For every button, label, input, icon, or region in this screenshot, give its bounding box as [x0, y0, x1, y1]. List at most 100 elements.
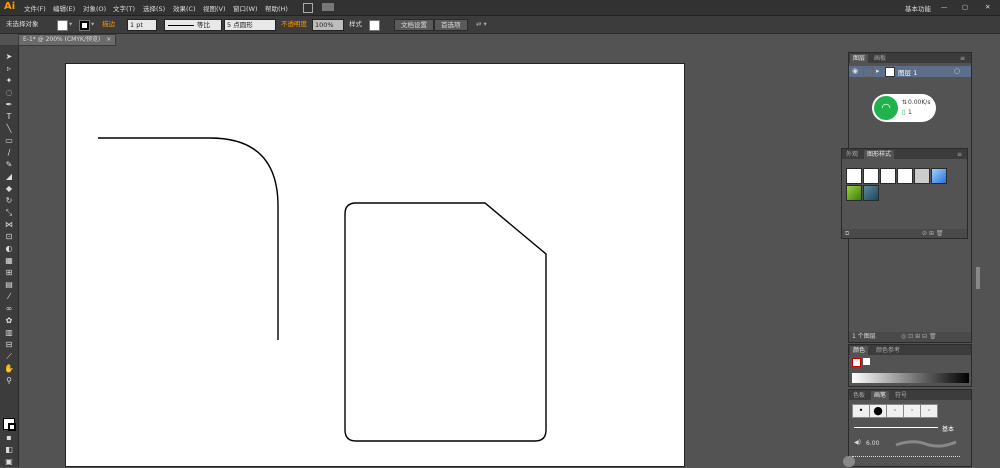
tab-graphic-styles[interactable]: 图形样式	[864, 150, 895, 159]
lasso-tool-icon[interactable]: ◌	[4, 88, 14, 98]
graphic-style-5[interactable]	[914, 168, 930, 184]
zoom-tool-icon[interactable]: ⚲	[4, 376, 14, 386]
gs-panel-menu-icon[interactable]: ≡	[954, 150, 965, 159]
variable-width-profile[interactable]: 等比	[164, 19, 222, 31]
color-mode-icon[interactable]: ▪	[4, 433, 14, 443]
graphic-style-8[interactable]	[863, 185, 879, 201]
panel-menu-icon[interactable]: ≡	[957, 54, 968, 63]
white-swatch[interactable]	[863, 358, 870, 365]
width-tool-icon[interactable]: ⋈	[4, 220, 14, 230]
pencil-tool-icon[interactable]: ✎	[4, 160, 14, 170]
stroke-link[interactable]: 描边	[102, 19, 115, 29]
brush-dot-large[interactable]: ●	[869, 404, 887, 418]
calligraphic-brush-row[interactable]: ◀) 6.00	[852, 438, 960, 450]
stroke-color-icon[interactable]	[8, 423, 16, 431]
opacity-link[interactable]: 不透明度	[281, 19, 307, 29]
lock-toggle-icon[interactable]	[863, 67, 873, 77]
slice-tool-icon[interactable]: ⟋	[4, 352, 14, 362]
paintbrush-tool-icon[interactable]: ∕	[4, 148, 14, 158]
tab-color-guide[interactable]: 颜色参考	[873, 346, 903, 355]
menu-type[interactable]: 文字(T)	[113, 3, 135, 13]
symbol-sprayer-icon[interactable]: ✿	[4, 316, 14, 326]
stroke-swatch[interactable]	[79, 20, 90, 31]
shape-builder-icon[interactable]: ◐	[4, 244, 14, 254]
screen-mode-icon[interactable]: ▣	[4, 457, 14, 467]
graphic-style-3[interactable]	[880, 168, 896, 184]
menu-select[interactable]: 选择(S)	[143, 3, 165, 13]
fill-dropdown-icon[interactable]: ▾	[69, 19, 72, 29]
tab-brushes[interactable]: 画笔	[871, 391, 890, 400]
tab-close-icon[interactable]: ×	[106, 36, 111, 43]
type-tool-icon[interactable]: T	[4, 112, 14, 122]
artboard-tool-icon[interactable]: ⊟	[4, 340, 14, 350]
tab-symbols[interactable]: 符号	[892, 391, 910, 400]
basic-brush-row[interactable]: 基本	[852, 423, 960, 433]
visibility-eye-icon[interactable]: ◉	[852, 67, 858, 75]
tab-artboards[interactable]: 画板	[871, 54, 889, 63]
menu-view[interactable]: 视图(V)	[203, 3, 226, 13]
layers-footer-icons[interactable]: ◎ ⊡ ⊞ ⊟ 🗑	[901, 332, 937, 342]
menu-help[interactable]: 帮助(H)	[265, 3, 288, 13]
rotate-tool-icon[interactable]: ↻	[4, 196, 14, 206]
document-tab[interactable]: E-1* @ 200% (CMYK/预览) ×	[18, 34, 117, 46]
selection-tool-icon[interactable]: ➤	[4, 52, 14, 62]
blob-brush-icon[interactable]: ◢	[4, 172, 14, 182]
tab-color[interactable]: 颜色	[850, 346, 869, 355]
artboard[interactable]	[65, 63, 685, 467]
gradient-tool-icon[interactable]: ▤	[4, 280, 14, 290]
gs-footer-icons[interactable]: ⊘ ⊞ 🗑	[922, 229, 944, 239]
menu-window[interactable]: 窗口(W)	[233, 3, 258, 13]
open-path-shape[interactable]	[98, 137, 279, 340]
draw-mode-icon[interactable]: ◧	[4, 445, 14, 455]
graphic-style-2[interactable]	[863, 168, 879, 184]
tab-swatches[interactable]: 色板	[850, 391, 868, 400]
minimize-icon[interactable]: —	[941, 3, 948, 11]
magic-wand-icon[interactable]: ✦	[4, 76, 14, 86]
blend-tool-icon[interactable]: ∞	[4, 304, 14, 314]
mesh-tool-icon[interactable]: ⊞	[4, 268, 14, 278]
arrange-icon[interactable]: ⇄ ▾	[476, 19, 487, 29]
eraser-tool-icon[interactable]: ◆	[4, 184, 14, 194]
network-speed-widget[interactable]: ◠ ⇅ 0.00K/s ▯ 1	[872, 94, 936, 122]
dotted-brush-row[interactable]	[852, 456, 960, 457]
brush-dot-5[interactable]: ·	[920, 404, 938, 418]
layer-name[interactable]: 图层 1	[898, 67, 917, 77]
preferences-button[interactable]: 首选项	[434, 19, 468, 31]
brush-dot-4[interactable]: ·	[903, 404, 921, 418]
expand-arrow-icon[interactable]: ▸	[876, 67, 880, 75]
none-swatch-icon[interactable]	[852, 358, 861, 367]
scale-tool-icon[interactable]: ⤡	[4, 208, 14, 218]
target-circle-icon[interactable]: ○	[954, 67, 960, 75]
hand-tool-icon[interactable]: ✋	[4, 364, 14, 374]
opacity-field[interactable]: 100%	[312, 19, 344, 31]
eyedropper-icon[interactable]: ⁄	[4, 292, 14, 302]
fill-swatch[interactable]	[57, 20, 68, 31]
graphic-style-7[interactable]	[846, 185, 862, 201]
workspace-switcher[interactable]: 基本功能	[905, 3, 931, 13]
close-window-icon[interactable]: ✕	[985, 3, 990, 11]
pen-tool-icon[interactable]: ✒	[4, 100, 14, 110]
style-libraries-icon[interactable]: ⧉	[845, 230, 849, 237]
brush-dot-3[interactable]: ·	[886, 404, 904, 418]
rounded-document-shape[interactable]	[344, 202, 547, 442]
perspective-grid-icon[interactable]: ▦	[4, 256, 14, 266]
restore-icon[interactable]: ▢	[962, 3, 968, 11]
color-spectrum-bar[interactable]	[852, 373, 969, 383]
direct-selection-tool-icon[interactable]: ▹	[4, 64, 14, 74]
dock-grip[interactable]	[976, 267, 980, 289]
bridge-icon[interactable]	[303, 3, 313, 13]
menu-effect[interactable]: 效果(C)	[173, 3, 196, 13]
stroke-dropdown-icon[interactable]: ▾	[91, 19, 94, 29]
line-tool-icon[interactable]: ╲	[4, 124, 14, 134]
graphic-style-4[interactable]	[897, 168, 913, 184]
stroke-weight-field[interactable]: 1 pt	[127, 19, 157, 31]
graphic-style-default[interactable]	[846, 168, 862, 184]
document-setup-button[interactable]: 文档设置	[394, 19, 434, 31]
style-swatch[interactable]	[369, 20, 380, 31]
brush-dot-small[interactable]: •	[852, 404, 870, 418]
rectangle-tool-icon[interactable]: ▭	[4, 136, 14, 146]
layer-row[interactable]: ◉ ▸ 图层 1 ○	[849, 66, 971, 77]
menu-object[interactable]: 对象(O)	[83, 3, 106, 13]
free-transform-icon[interactable]: ⊡	[4, 232, 14, 242]
tab-appearance[interactable]: 外观	[843, 150, 861, 159]
